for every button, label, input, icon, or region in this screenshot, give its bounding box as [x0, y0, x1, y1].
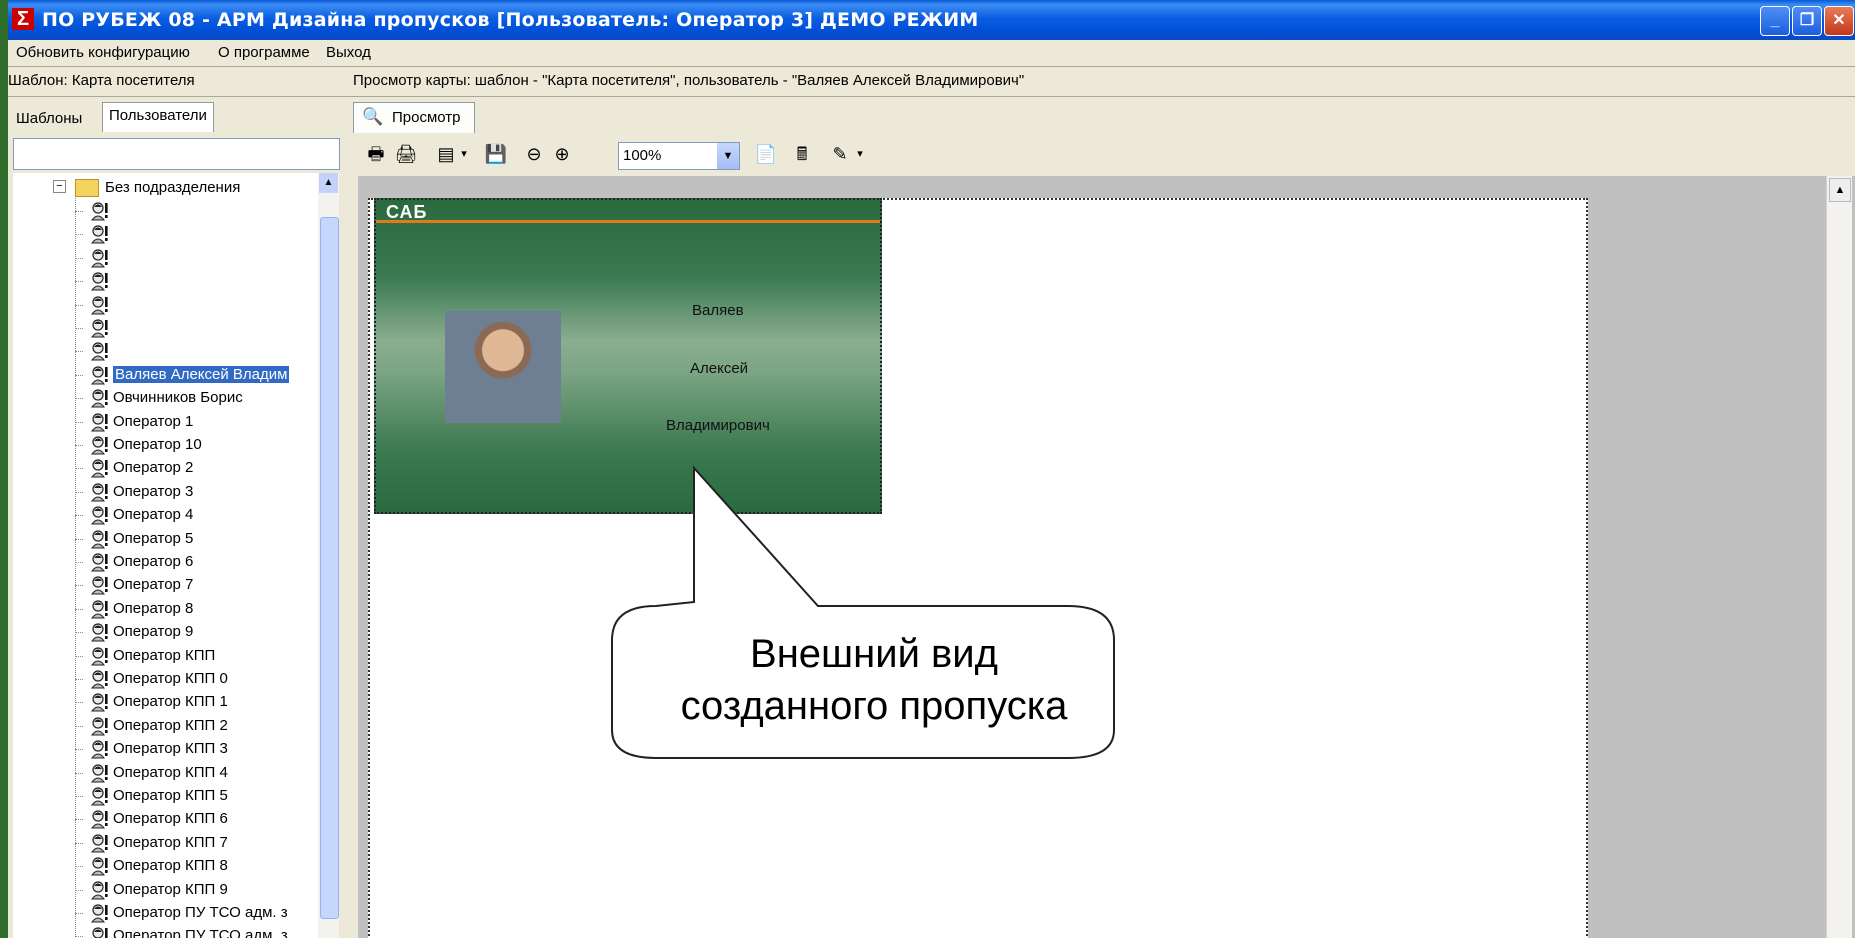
callout-line-2: созданного пропуска — [680, 684, 1068, 728]
callout-line-1: Внешний вид — [750, 632, 998, 676]
app-window: Σ ПО РУБЕЖ 08 - АРМ Дизайна пропусков [П… — [8, 0, 1855, 938]
callout-balloon — [611, 465, 1115, 759]
callout-text: Внешний вид созданного пропуска — [624, 628, 1124, 732]
